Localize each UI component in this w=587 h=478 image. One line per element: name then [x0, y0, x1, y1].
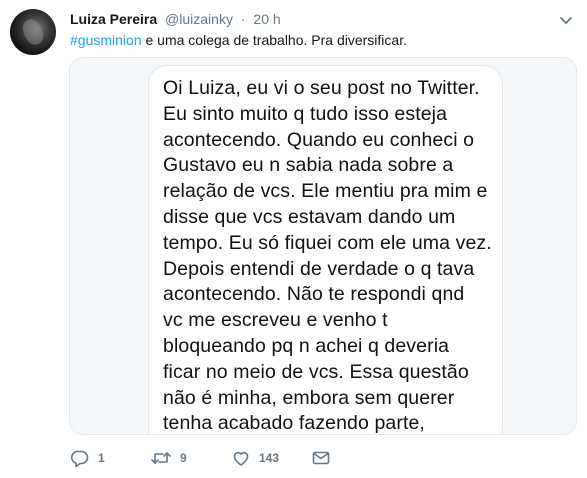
message-line: Depois entendi de verdade o q tava [163, 257, 475, 280]
heart-icon [231, 448, 251, 468]
message-line: ficar no meio de vcs. Essa questão [163, 360, 469, 383]
author-handle[interactable]: @luizainky [165, 11, 233, 27]
tweet-actions: 1 9 143 [70, 446, 570, 470]
author-name[interactable]: Luiza Pereira [70, 11, 157, 27]
tweet: Luiza Pereira @luizainky · 20 h #gusmini… [0, 0, 587, 478]
message-line: tenha acabado fazendo parte, [163, 412, 425, 435]
tweet-text-rest: e uma colega de trabalho. Pra diversific… [141, 32, 407, 48]
message-line: Gustavo eu n sabia nada sobre a [163, 154, 454, 177]
retweet-count: 9 [180, 451, 187, 465]
message-line: relação de vcs. Ele mentiu pra mim e [163, 180, 488, 203]
message-line: disse que vcs estavam dando um [163, 205, 456, 228]
tweet-text: #gusminion e uma colega de trabalho. Pra… [70, 31, 407, 49]
like-button[interactable]: 143 [231, 446, 279, 470]
retweet-button[interactable]: 9 [150, 446, 187, 470]
envelope-icon [311, 448, 331, 468]
message-line: tempo. Eu só fiquei com ele uma vez. [163, 231, 492, 254]
separator-dot: · [240, 11, 246, 27]
message-line: Oi Luiza, eu vi o seu post no Twitter. [163, 77, 480, 99]
reply-button[interactable]: 1 [70, 446, 105, 470]
direct-message-button[interactable] [311, 446, 331, 470]
reply-count: 1 [98, 451, 105, 465]
tweet-timestamp[interactable]: 20 h [253, 11, 280, 27]
retweet-icon [150, 448, 172, 468]
hashtag-link[interactable]: #gusminion [70, 32, 142, 48]
message-line: não é minha, embora sem querer [163, 386, 455, 409]
message-screenshot-text: Oi Luiza, eu vi o seu post no Twitter. E… [163, 76, 493, 435]
message-line: vc me escreveu e venho t [163, 309, 388, 332]
tweet-header: Luiza Pereira @luizainky · 20 h [70, 10, 281, 28]
tweet-image[interactable]: Oi Luiza, eu vi o seu post no Twitter. E… [69, 57, 577, 435]
message-line: acontecendo. Não te respondi qnd [163, 283, 465, 306]
message-line: acontecendo. Quando eu conheci o [163, 128, 475, 151]
avatar[interactable] [10, 9, 56, 55]
reply-icon [70, 448, 90, 468]
like-count: 143 [259, 451, 280, 465]
message-line: bloqueando pq n achei q deveria [163, 334, 450, 357]
message-line: Eu sinto muito q tudo isso esteja [163, 102, 448, 125]
chevron-down-icon[interactable] [559, 13, 573, 24]
